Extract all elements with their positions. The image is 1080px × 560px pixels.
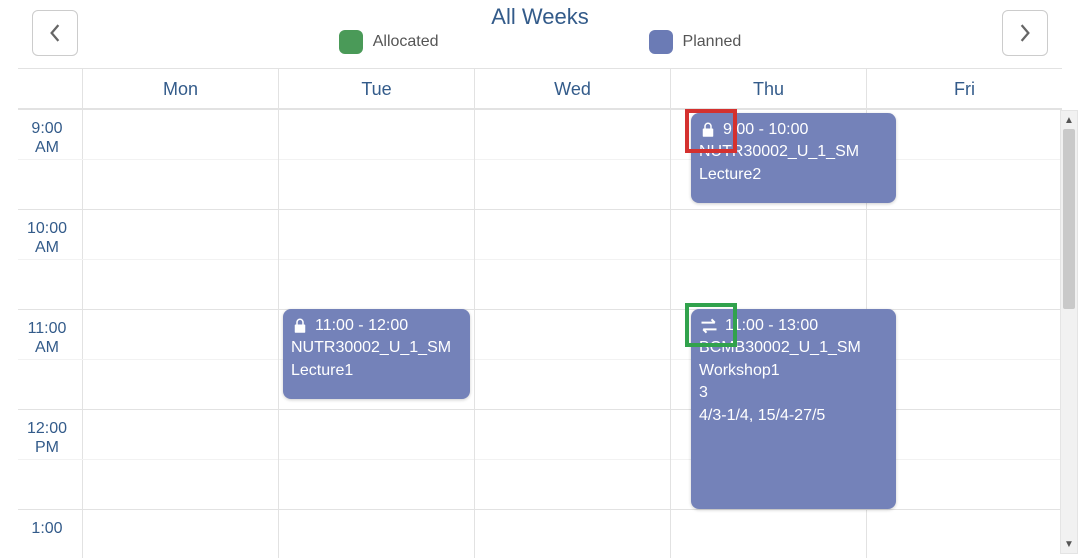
event-dates: 4/3-1/4, 15/4-27/5 xyxy=(699,405,888,427)
allocated-swatch-icon xyxy=(339,30,363,54)
event-activity: Workshop1 xyxy=(699,360,888,382)
event-time: 11:00 - 12:00 xyxy=(315,315,408,337)
title-wrap: All Weeks xyxy=(2,4,1078,30)
time-9am: 9:00 AM xyxy=(18,119,76,157)
timetable-header: All Weeks Allocated Planned xyxy=(2,2,1078,62)
event-thu-9[interactable]: 9:00 - 10:00 NUTR30002_U_1_SM Lecture2 xyxy=(691,113,896,203)
time-1pm: 1:00 xyxy=(18,519,76,538)
event-tue-11[interactable]: 11:00 - 12:00 NUTR30002_U_1_SM Lecture1 xyxy=(283,309,470,399)
time-12-h: 12:00 xyxy=(18,419,76,438)
calendar-grid: 9:00 AM 10:00 AM 11:00 AM 12:00 PM 1:00 xyxy=(18,68,1062,558)
day-thu[interactable]: Thu 9:00 - 10:00 NUTR30002_U_1_SM Lectur… xyxy=(671,69,867,558)
legend-planned: Planned xyxy=(649,30,742,54)
day-mon[interactable]: Mon xyxy=(83,69,279,558)
day-header-mon: Mon xyxy=(83,69,278,109)
time-9-ap: AM xyxy=(18,138,76,157)
day-header-fri: Fri xyxy=(867,69,1062,109)
time-11-h: 11:00 xyxy=(18,319,76,338)
event-time-row: 9:00 - 10:00 xyxy=(699,119,888,141)
time-11-ap: AM xyxy=(18,338,76,357)
day-header-wed: Wed xyxy=(475,69,670,109)
day-header-tue: Tue xyxy=(279,69,474,109)
time-11am: 11:00 AM xyxy=(18,319,76,357)
page-title: All Weeks xyxy=(491,4,588,29)
event-time-row: 11:00 - 13:00 xyxy=(699,315,888,337)
vertical-scrollbar[interactable]: ▲ ▼ xyxy=(1060,110,1078,554)
event-time: 11:00 - 13:00 xyxy=(725,315,818,337)
legend: Allocated Planned xyxy=(2,30,1078,54)
planned-swatch-icon xyxy=(649,30,673,54)
event-course: BCMB30002_U_1_SM xyxy=(699,337,888,359)
legend-allocated: Allocated xyxy=(339,30,439,54)
legend-allocated-label: Allocated xyxy=(373,33,439,51)
legend-planned-label: Planned xyxy=(683,33,742,51)
swap-icon xyxy=(699,317,719,335)
day-wed[interactable]: Wed xyxy=(475,69,671,558)
event-time: 9:00 - 10:00 xyxy=(723,119,808,141)
day-header-thu: Thu xyxy=(671,69,866,109)
lock-icon xyxy=(291,317,309,335)
day-tue[interactable]: Tue 11:00 - 12:00 NUTR30002_U_1_SM Lectu… xyxy=(279,69,475,558)
lock-icon xyxy=(699,121,717,139)
day-fri[interactable]: Fri xyxy=(867,69,1062,558)
scroll-thumb[interactable] xyxy=(1063,129,1075,309)
time-13-h: 1:00 xyxy=(18,519,76,538)
event-thu-11[interactable]: 11:00 - 13:00 BCMB30002_U_1_SM Workshop1… xyxy=(691,309,896,509)
time-10am: 10:00 AM xyxy=(18,219,76,257)
axis-spacer xyxy=(18,69,82,109)
scroll-up-button[interactable]: ▲ xyxy=(1061,111,1077,129)
time-12-ap: PM xyxy=(18,438,76,457)
time-12pm: 12:00 PM xyxy=(18,419,76,457)
scroll-down-button[interactable]: ▼ xyxy=(1061,535,1077,553)
event-activity: Lecture2 xyxy=(699,164,888,186)
event-course: NUTR30002_U_1_SM xyxy=(291,337,462,359)
time-10-ap: AM xyxy=(18,238,76,257)
time-10-h: 10:00 xyxy=(18,219,76,238)
event-extra1: 3 xyxy=(699,382,888,404)
event-activity: Lecture1 xyxy=(291,360,462,382)
time-9-h: 9:00 xyxy=(18,119,76,138)
event-course: NUTR30002_U_1_SM xyxy=(699,141,888,163)
day-columns: Mon Tue 11:00 - 12:00 NUTR30002_U_1_SM L… xyxy=(83,69,1062,558)
timetable-view: All Weeks Allocated Planned 9:00 AM xyxy=(0,0,1080,560)
time-axis: 9:00 AM 10:00 AM 11:00 AM 12:00 PM 1:00 xyxy=(18,69,83,558)
event-time-row: 11:00 - 12:00 xyxy=(291,315,462,337)
